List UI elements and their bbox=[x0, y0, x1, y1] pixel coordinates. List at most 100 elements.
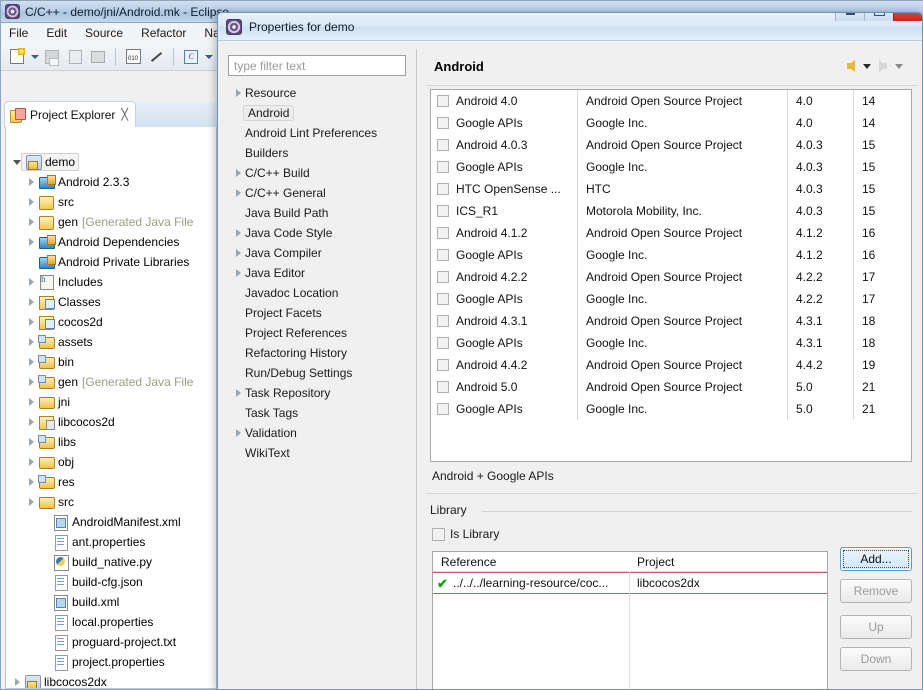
target-row[interactable]: Google APIs Google Inc. 4.2.2 17 bbox=[431, 288, 911, 310]
tree-item-project-properties[interactable]: project.properties bbox=[6, 652, 216, 672]
twisty-collapsed-icon[interactable] bbox=[24, 338, 38, 346]
twisty-collapsed-icon[interactable] bbox=[24, 218, 38, 226]
tree-item-src[interactable]: src bbox=[6, 192, 216, 212]
toggle-mark-button[interactable] bbox=[146, 47, 166, 67]
nav-item-java-code-style[interactable]: Java Code Style bbox=[228, 223, 406, 243]
up-button[interactable]: Up bbox=[840, 615, 912, 639]
twisty-collapsed-icon[interactable] bbox=[24, 398, 38, 406]
binary-view-button[interactable]: 010 bbox=[123, 47, 143, 67]
forward-history-chevron-down-icon[interactable] bbox=[895, 63, 903, 69]
tree-item-bin[interactable]: bin bbox=[6, 352, 216, 372]
twisty-collapsed-icon[interactable] bbox=[24, 318, 38, 326]
twisty-collapsed-icon[interactable] bbox=[232, 429, 245, 437]
twisty-collapsed-icon[interactable] bbox=[232, 249, 245, 257]
nav-item-task-tags[interactable]: Task Tags bbox=[228, 403, 406, 423]
twisty-collapsed-icon[interactable] bbox=[24, 178, 38, 186]
save-button[interactable] bbox=[42, 47, 62, 67]
tree-item-assets[interactable]: assets bbox=[6, 332, 216, 352]
twisty-collapsed-icon[interactable] bbox=[24, 418, 38, 426]
twisty-collapsed-icon[interactable] bbox=[24, 278, 38, 286]
twisty-collapsed-icon[interactable] bbox=[232, 389, 245, 397]
tab-project-explorer[interactable]: Project Explorer ╳ bbox=[5, 102, 135, 127]
tree-item-local-properties[interactable]: local.properties bbox=[6, 612, 216, 632]
tree-item-gen[interactable]: gen [Generated Java File bbox=[6, 372, 216, 392]
nav-item-java-build-path[interactable]: Java Build Path bbox=[228, 203, 406, 223]
filter-input-wrapper[interactable]: type filter text bbox=[228, 55, 406, 76]
forward-arrow-icon[interactable] bbox=[879, 60, 887, 72]
target-row[interactable]: Google APIs Google Inc. 5.0 21 bbox=[431, 398, 911, 420]
nav-item-wikitext[interactable]: WikiText bbox=[228, 443, 406, 463]
menu-refactor[interactable]: Refactor bbox=[141, 26, 186, 40]
twisty-collapsed-icon[interactable] bbox=[24, 438, 38, 446]
close-button[interactable] bbox=[893, 13, 922, 21]
twisty-collapsed-icon[interactable] bbox=[24, 478, 38, 486]
target-row[interactable]: Android 5.0 Android Open Source Project 5.… bbox=[431, 376, 911, 398]
is-library-checkbox[interactable] bbox=[432, 527, 445, 541]
project-tree[interactable]: demo Android 2.3.3 src gen [Generated Java F… bbox=[6, 152, 216, 688]
twisty-collapsed-icon[interactable] bbox=[232, 169, 245, 177]
tree-item-gen[interactable]: gen [Generated Java File bbox=[6, 212, 216, 232]
target-row[interactable]: HTC OpenSense ... HTC 4.0.3 15 bbox=[431, 178, 911, 200]
target-row[interactable]: Google APIs Google Inc. 4.1.2 16 bbox=[431, 244, 911, 266]
target-checkbox[interactable] bbox=[437, 293, 449, 305]
tree-item-ant-properties[interactable]: ant.properties bbox=[6, 532, 216, 552]
target-checkbox[interactable] bbox=[437, 403, 449, 415]
is-library-row[interactable]: Is Library bbox=[432, 527, 499, 541]
tree-item-libs[interactable]: libs bbox=[6, 432, 216, 452]
tree-item-res[interactable]: res bbox=[6, 472, 216, 492]
tree-item-android-private-libraries[interactable]: Android Private Libraries bbox=[6, 252, 216, 272]
nav-item-java-compiler[interactable]: Java Compiler bbox=[228, 243, 406, 263]
menu-edit[interactable]: Edit bbox=[46, 26, 67, 40]
nav-item-c-c-general[interactable]: C/C++ General bbox=[228, 183, 406, 203]
nav-item-run-debug-settings[interactable]: Run/Debug Settings bbox=[228, 363, 406, 383]
target-checkbox[interactable] bbox=[437, 95, 449, 107]
new-c-class-dropdown-icon[interactable] bbox=[205, 54, 213, 59]
target-row[interactable]: Android 4.2.2 Android Open Source Project… bbox=[431, 266, 911, 288]
tree-item-demo[interactable]: demo bbox=[6, 152, 216, 172]
target-row[interactable]: Google APIs Google Inc. 4.3.1 18 bbox=[431, 332, 911, 354]
target-row[interactable]: Android 4.4.2 Android Open Source Project… bbox=[431, 354, 911, 376]
tree-item-build-cfg-json[interactable]: build-cfg.json bbox=[6, 572, 216, 592]
back-history-chevron-down-icon[interactable] bbox=[863, 63, 871, 69]
nav-item-project-references[interactable]: Project References bbox=[228, 323, 406, 343]
twisty-collapsed-icon[interactable] bbox=[24, 358, 38, 366]
tree-item-android-2-3-3[interactable]: Android 2.3.3 bbox=[6, 172, 216, 192]
twisty-collapsed-icon[interactable] bbox=[232, 189, 245, 197]
menu-file[interactable]: File bbox=[9, 26, 28, 40]
tree-item-cocos2d[interactable]: cocos2d bbox=[6, 312, 216, 332]
target-checkbox[interactable] bbox=[437, 205, 449, 217]
tree-item-build-native-py[interactable]: build_native.py bbox=[6, 552, 216, 572]
tree-item-obj[interactable]: obj bbox=[6, 452, 216, 472]
nav-item-android[interactable]: Android bbox=[228, 103, 406, 123]
twisty-collapsed-icon[interactable] bbox=[232, 89, 245, 97]
new-file-button[interactable] bbox=[7, 47, 27, 67]
tree-item-includes[interactable]: Includes bbox=[6, 272, 216, 292]
target-checkbox[interactable] bbox=[437, 117, 449, 129]
tree-item-src[interactable]: src bbox=[6, 492, 216, 512]
target-checkbox[interactable] bbox=[437, 139, 449, 151]
save-all-button[interactable] bbox=[65, 47, 85, 67]
remove-button[interactable]: Remove bbox=[840, 579, 912, 603]
down-button[interactable]: Down bbox=[840, 647, 912, 671]
tree-item-proguard-project-txt[interactable]: proguard-project.txt bbox=[6, 632, 216, 652]
target-checkbox[interactable] bbox=[437, 227, 449, 239]
twisty-collapsed-icon[interactable] bbox=[24, 378, 38, 386]
new-c-class-button[interactable]: C bbox=[181, 47, 201, 67]
tree-item-libcocos2d[interactable]: libcocos2d bbox=[6, 412, 216, 432]
add-button[interactable]: Add... bbox=[840, 547, 912, 571]
target-row[interactable]: Google APIs Google Inc. 4.0.3 15 bbox=[431, 156, 911, 178]
target-checkbox[interactable] bbox=[437, 315, 449, 327]
target-row[interactable]: Android 4.0.3 Android Open Source Project… bbox=[431, 134, 911, 156]
nav-item-resource[interactable]: Resource bbox=[228, 83, 406, 103]
nav-item-project-facets[interactable]: Project Facets bbox=[228, 303, 406, 323]
close-icon[interactable]: ╳ bbox=[121, 108, 128, 121]
twisty-collapsed-icon[interactable] bbox=[24, 458, 38, 466]
target-row[interactable]: ICS_R1 Motorola Mobility, Inc. 4.0.3 15 bbox=[431, 200, 911, 222]
twisty-collapsed-icon[interactable] bbox=[232, 229, 245, 237]
twisty-collapsed-icon[interactable] bbox=[24, 498, 38, 506]
nav-item-refactoring-history[interactable]: Refactoring History bbox=[228, 343, 406, 363]
target-checkbox[interactable] bbox=[437, 381, 449, 393]
menu-source[interactable]: Source bbox=[85, 26, 123, 40]
twisty-collapsed-icon[interactable] bbox=[10, 678, 24, 686]
nav-item-javadoc-location[interactable]: Javadoc Location bbox=[228, 283, 406, 303]
